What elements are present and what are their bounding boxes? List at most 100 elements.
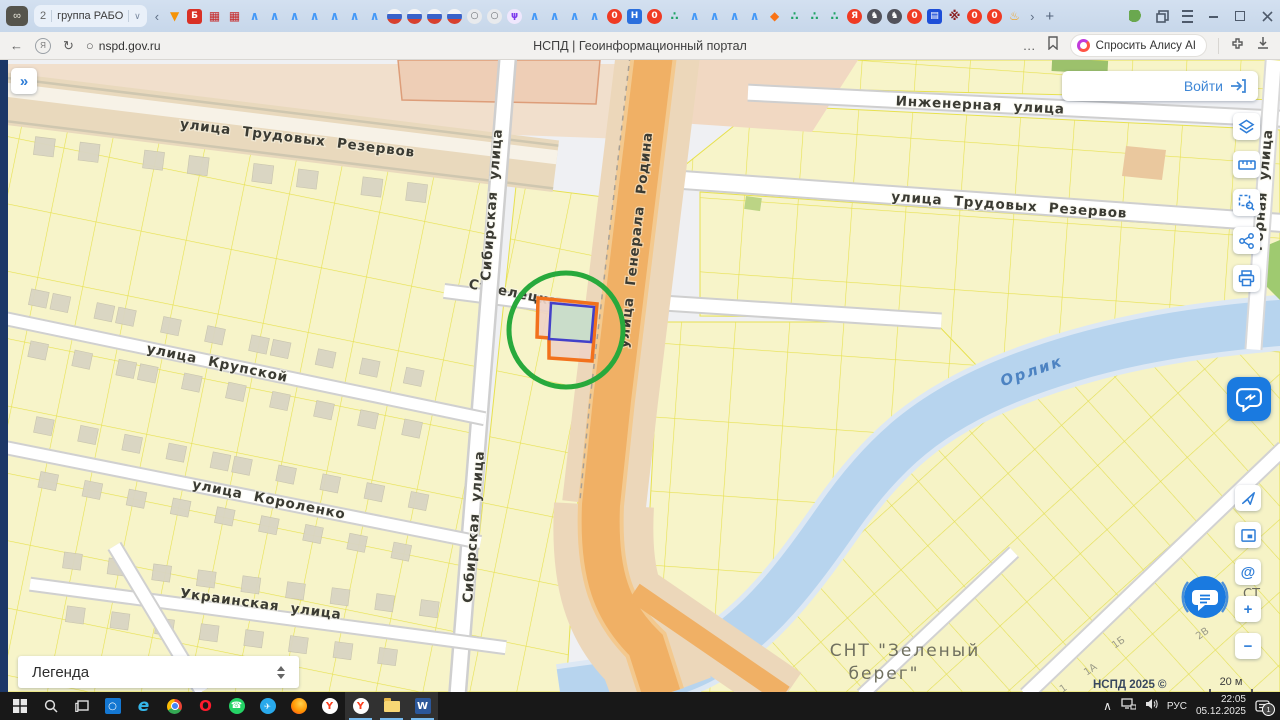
caret-icon[interactable]: ∧: [327, 9, 342, 24]
zoom-in-button[interactable]: +: [1235, 596, 1261, 622]
taskbar-app-whatsapp[interactable]: ☎: [221, 692, 252, 720]
refresh-icon[interactable]: ↻: [63, 38, 74, 54]
taskbar-app-telegram[interactable]: ✈: [252, 692, 283, 720]
ruler-button[interactable]: [1233, 151, 1260, 178]
minimize-button[interactable]: [1206, 9, 1220, 23]
tab-group-icon[interactable]: ∞: [6, 6, 28, 26]
caret-icon[interactable]: ∧: [567, 9, 582, 24]
dots-icon[interactable]: ∴: [807, 9, 822, 24]
caret-icon[interactable]: ∧: [247, 9, 262, 24]
taskbar-app-pin-blue[interactable]: ○: [97, 692, 128, 720]
coordinates-button[interactable]: @: [1235, 559, 1261, 585]
chess-icon[interactable]: ♞: [867, 9, 882, 24]
clock-icon[interactable]: ○: [467, 9, 482, 24]
taskbar-app-word[interactable]: W: [407, 692, 438, 720]
download-icon[interactable]: [1256, 36, 1270, 55]
caret-icon[interactable]: ∧: [267, 9, 282, 24]
yandex-button[interactable]: Я: [35, 38, 51, 54]
extensions-icon[interactable]: [1230, 36, 1245, 56]
caret-icon[interactable]: ∧: [587, 9, 602, 24]
legend-collapse-icon[interactable]: [277, 666, 285, 679]
zero-badge-icon[interactable]: 0: [987, 9, 1002, 24]
taskbar-app-yandex[interactable]: Y: [314, 692, 345, 720]
caret-icon[interactable]: ∧: [527, 9, 542, 24]
back-icon[interactable]: ←: [10, 38, 23, 53]
active-tab[interactable]: 2 группа РАБОТА ∨: [34, 5, 147, 27]
maximize-button[interactable]: [1233, 9, 1247, 23]
taskbar-app-yandex2[interactable]: Y: [345, 692, 376, 720]
ru-flag-icon[interactable]: [427, 9, 442, 24]
calendar-icon[interactable]: ▦: [207, 9, 222, 24]
tab-panel-icon[interactable]: [1155, 9, 1169, 23]
login-bar[interactable]: Войти: [1062, 71, 1258, 101]
wave-icon[interactable]: ψ: [507, 9, 522, 24]
zoom-out-button[interactable]: −: [1235, 633, 1261, 659]
caret-icon[interactable]: ∧: [347, 9, 362, 24]
print-button[interactable]: [1233, 265, 1260, 292]
layers-button[interactable]: [1233, 113, 1260, 140]
legend-panel[interactable]: Легенда: [18, 656, 299, 688]
notifications-button[interactable]: 1: [1255, 700, 1270, 713]
tabs-scroll-left-icon[interactable]: ‹: [153, 9, 161, 24]
menu-icon[interactable]: [1182, 10, 1193, 23]
dots-icon[interactable]: ∴: [787, 9, 802, 24]
language-indicator[interactable]: РУС: [1167, 701, 1187, 712]
more-icon[interactable]: …: [1023, 38, 1036, 53]
monitor-icon[interactable]: ▤: [927, 9, 942, 24]
caret-icon[interactable]: ∧: [367, 9, 382, 24]
chevron-down-icon[interactable]: ∨: [134, 11, 141, 22]
mail-icon[interactable]: Б: [187, 9, 202, 24]
ru-flag-icon[interactable]: [407, 9, 422, 24]
mini-map-button[interactable]: [1235, 522, 1261, 548]
new-tab-button[interactable]: +: [1042, 8, 1057, 25]
flame-icon[interactable]: ♨: [1007, 9, 1022, 24]
network-icon[interactable]: [1121, 697, 1136, 715]
zero-badge-icon[interactable]: 0: [967, 9, 982, 24]
nspd-icon[interactable]: Н: [627, 9, 642, 24]
expand-sidebar-button[interactable]: »: [11, 68, 37, 94]
taskbar-app-chrome[interactable]: [159, 692, 190, 720]
zero-badge-icon[interactable]: 0: [647, 9, 662, 24]
locate-button[interactable]: [1235, 485, 1261, 511]
ya-icon[interactable]: Я: [847, 9, 862, 24]
map-canvas[interactable]: улица Трудовых Резервов Инженерная улица…: [0, 60, 1280, 692]
dots-icon[interactable]: ∴: [827, 9, 842, 24]
caret-icon[interactable]: ∧: [727, 9, 742, 24]
bookmark-icon[interactable]: [1047, 36, 1059, 55]
chess-icon[interactable]: ♞: [887, 9, 902, 24]
start-button[interactable]: [4, 692, 35, 720]
tabs-scroll-right-icon[interactable]: ›: [1028, 9, 1036, 24]
share-button[interactable]: [1233, 227, 1260, 254]
tray-expand-icon[interactable]: ∧: [1103, 699, 1112, 713]
caret-icon[interactable]: ∧: [547, 9, 562, 24]
assistant-panel-button[interactable]: [1227, 377, 1271, 421]
ru-flag-icon[interactable]: [447, 9, 462, 24]
dino-icon[interactable]: [1129, 10, 1142, 22]
caret-icon[interactable]: ∧: [287, 9, 302, 24]
close-button[interactable]: [1260, 9, 1274, 23]
volume-icon[interactable]: [1145, 697, 1158, 715]
taskbar-app-firefox[interactable]: [283, 692, 314, 720]
taskbar-app-ie[interactable]: e: [128, 692, 159, 720]
feedback-chat-button[interactable]: [1176, 568, 1234, 626]
ask-alice-button[interactable]: Спросить Алису AI: [1070, 34, 1207, 57]
shield-icon[interactable]: ▼: [167, 9, 182, 24]
clock[interactable]: 22:05 05.12.2025: [1196, 694, 1246, 718]
url-chip[interactable]: ○ nspd.gov.ru: [86, 38, 161, 53]
caret-icon[interactable]: ∧: [687, 9, 702, 24]
zero-badge-icon[interactable]: 0: [607, 9, 622, 24]
star-icon[interactable]: ◆: [767, 9, 782, 24]
taskbar-app-explorer[interactable]: [376, 692, 407, 720]
select-area-button[interactable]: [1233, 189, 1260, 216]
search-button[interactable]: [35, 692, 66, 720]
glyph-icon[interactable]: ※: [947, 9, 962, 24]
task-view-button[interactable]: [66, 692, 97, 720]
taskbar-app-opera[interactable]: O: [190, 692, 221, 720]
caret-icon[interactable]: ∧: [707, 9, 722, 24]
calendar-icon[interactable]: ▦: [227, 9, 242, 24]
ru-flag-icon[interactable]: [387, 9, 402, 24]
clock-icon[interactable]: ○: [487, 9, 502, 24]
caret-icon[interactable]: ∧: [307, 9, 322, 24]
zero-badge-icon[interactable]: 0: [907, 9, 922, 24]
caret-icon[interactable]: ∧: [747, 9, 762, 24]
